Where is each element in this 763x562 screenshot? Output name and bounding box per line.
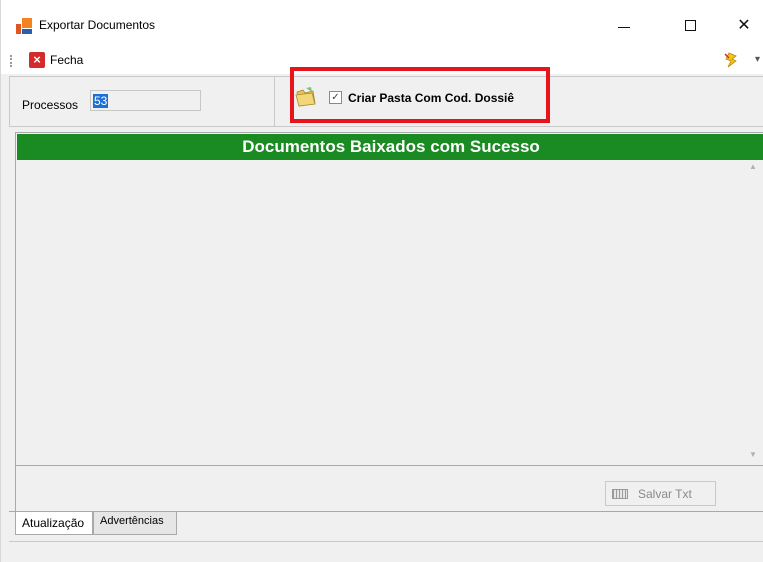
- toolbar-overflow-icon[interactable]: ▾: [755, 54, 760, 65]
- close-window-button[interactable]: ✕: [721, 10, 763, 40]
- fecha-button[interactable]: × Fecha: [29, 50, 83, 70]
- window-title: Exportar Documentos: [39, 18, 156, 32]
- close-icon: ×: [29, 52, 45, 68]
- close-window-icon: ✕: [737, 17, 751, 34]
- fecha-button-label: Fecha: [50, 53, 84, 67]
- status-bar: [9, 541, 763, 542]
- processos-value: 53: [93, 94, 109, 108]
- lightning-icon[interactable]: [723, 52, 739, 68]
- salvar-txt-label: Salvar Txt: [638, 486, 692, 501]
- maximize-button[interactable]: [667, 10, 713, 40]
- toolbar-grip-icon[interactable]: [10, 55, 12, 67]
- app-icon: [16, 18, 32, 34]
- title-bar: Exportar Documentos ✕: [1, 0, 763, 46]
- export-documents-window: Exportar Documentos ✕ × Fecha ▾ Processo…: [0, 0, 763, 562]
- highlight-annotation: [290, 67, 550, 123]
- salvar-txt-button[interactable]: Salvar Txt: [605, 481, 716, 506]
- tab-advertencias[interactable]: Advertências: [93, 512, 177, 535]
- minimize-icon: [618, 26, 630, 28]
- maximize-icon: [684, 19, 696, 31]
- grid-header: Documentos Baixados com Sucesso: [17, 134, 763, 160]
- documents-grid[interactable]: Documentos Baixados com Sucesso: [15, 132, 763, 466]
- keyboard-icon: [612, 488, 628, 499]
- processos-field[interactable]: 53: [90, 90, 201, 111]
- processos-label: Processos: [22, 98, 79, 112]
- minimize-button[interactable]: [601, 10, 647, 40]
- scroll-up-icon[interactable]: ▲: [749, 162, 757, 171]
- scroll-down-icon[interactable]: ▼: [749, 450, 757, 459]
- panel-divider: [274, 76, 275, 127]
- tab-atualizacao[interactable]: Atualização: [15, 512, 93, 535]
